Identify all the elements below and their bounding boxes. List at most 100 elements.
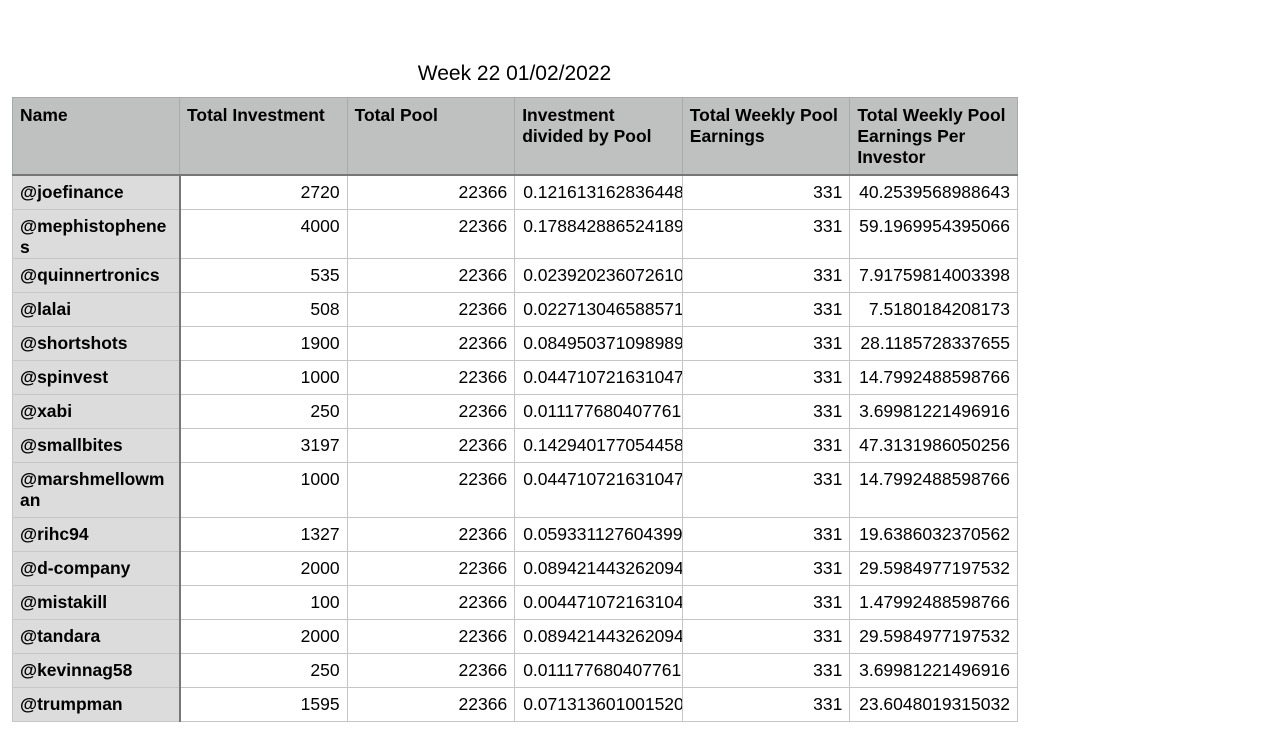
cell-investment-divided-by-pool[interactable]: 0.0111776804077618 — [514, 652, 683, 688]
cell-earnings-per-investor[interactable]: 29.5984977197532 — [849, 550, 1018, 586]
cell-name[interactable]: @shortshots — [12, 325, 181, 361]
column-header-name[interactable]: Name — [12, 97, 180, 176]
cell-earnings-per-investor[interactable]: 7.91759814003398 — [849, 257, 1018, 293]
cell-total-investment[interactable]: 250 — [179, 652, 348, 688]
cell-earnings-per-investor[interactable]: 3.69981221496916 — [849, 652, 1018, 688]
cell-total-pool[interactable]: 22366 — [346, 257, 516, 293]
cell-total-pool[interactable]: 22366 — [346, 618, 516, 654]
cell-total-pool[interactable]: 22366 — [346, 461, 516, 518]
cell-total-investment[interactable]: 2000 — [179, 550, 348, 586]
cell-investment-divided-by-pool[interactable]: 0.0593311276043995 — [514, 516, 683, 552]
cell-total-weekly-pool-earnings[interactable]: 331 — [681, 257, 851, 293]
cell-total-investment[interactable]: 100 — [179, 584, 348, 620]
cell-total-pool[interactable]: 22366 — [346, 208, 516, 259]
cell-total-investment[interactable]: 1000 — [179, 461, 348, 518]
cell-investment-divided-by-pool[interactable]: 0.0239202360726102 — [514, 257, 683, 293]
cell-total-investment[interactable]: 2000 — [179, 618, 348, 654]
cell-investment-divided-by-pool[interactable]: 0.178842886524189 — [514, 208, 683, 259]
cell-investment-divided-by-pool[interactable]: 0.121613162836448 — [514, 174, 683, 210]
cell-total-investment[interactable]: 250 — [179, 393, 348, 429]
cell-total-pool[interactable]: 22366 — [346, 686, 516, 722]
table-row: @quinnertronics 535 22366 0.023920236072610… — [12, 257, 1018, 293]
cell-earnings-per-investor[interactable]: 23.6048019315032 — [849, 686, 1018, 722]
cell-name[interactable]: @marshmellowman — [12, 461, 181, 518]
cell-investment-divided-by-pool[interactable]: 0.0111776804077618 — [514, 393, 683, 429]
cell-total-weekly-pool-earnings[interactable]: 331 — [681, 359, 851, 395]
cell-name[interactable]: @quinnertronics — [12, 257, 181, 293]
cell-name[interactable]: @mistakill — [12, 584, 181, 620]
cell-name[interactable]: @spinvest — [12, 359, 181, 395]
cell-total-investment[interactable]: 535 — [179, 257, 348, 293]
column-header-total-investment[interactable]: Total Investment — [179, 97, 348, 176]
cell-name[interactable]: @mephistophenes — [12, 208, 181, 259]
cell-earnings-per-investor[interactable]: 1.47992488598766 — [849, 584, 1018, 620]
cell-total-investment[interactable]: 1000 — [179, 359, 348, 395]
table-row: @joefinance 2720 22366 0.121613162836448 331… — [12, 174, 1018, 210]
cell-total-pool[interactable]: 22366 — [346, 393, 516, 429]
cell-earnings-per-investor[interactable]: 59.1969954395066 — [849, 208, 1018, 259]
cell-investment-divided-by-pool[interactable]: 0.0894214432620943 — [514, 618, 683, 654]
cell-investment-divided-by-pool[interactable]: 0.0894214432620943 — [514, 550, 683, 586]
cell-name[interactable]: @lalai — [12, 291, 181, 327]
cell-name[interactable]: @xabi — [12, 393, 181, 429]
cell-total-weekly-pool-earnings[interactable]: 331 — [681, 686, 851, 722]
cell-total-pool[interactable]: 22366 — [346, 325, 516, 361]
cell-total-pool[interactable]: 22366 — [346, 550, 516, 586]
table-row: @xabi 250 22366 0.0111776804077618 331 3.6998… — [12, 393, 1018, 429]
cell-total-pool[interactable]: 22366 — [346, 291, 516, 327]
cell-earnings-per-investor[interactable]: 47.3131986050256 — [849, 427, 1018, 463]
cell-investment-divided-by-pool[interactable]: 0.0713136010015202 — [514, 686, 683, 722]
cell-earnings-per-investor[interactable]: 14.7992488598766 — [849, 359, 1018, 395]
cell-investment-divided-by-pool[interactable]: 0.0227130465885719 — [514, 291, 683, 327]
cell-earnings-per-investor[interactable]: 28.1185728337655 — [849, 325, 1018, 361]
column-header-earnings-per-investor[interactable]: Total Weekly Pool Earnings Per Investor — [849, 97, 1018, 176]
cell-total-weekly-pool-earnings[interactable]: 331 — [681, 516, 851, 552]
cell-investment-divided-by-pool[interactable]: 0.00447107216310471 — [514, 584, 683, 620]
cell-total-weekly-pool-earnings[interactable]: 331 — [681, 174, 851, 210]
cell-total-investment[interactable]: 1595 — [179, 686, 348, 722]
cell-investment-divided-by-pool[interactable]: 0.142940177054458 — [514, 427, 683, 463]
cell-total-pool[interactable]: 22366 — [346, 427, 516, 463]
cell-total-weekly-pool-earnings[interactable]: 331 — [681, 584, 851, 620]
cell-total-weekly-pool-earnings[interactable]: 331 — [681, 291, 851, 327]
cell-name[interactable]: @smallbites — [12, 427, 181, 463]
cell-name[interactable]: @d-company — [12, 550, 181, 586]
cell-earnings-per-investor[interactable]: 40.2539568988643 — [849, 174, 1018, 210]
table-row: @kevinnag58 250 22366 0.0111776804077618 331… — [12, 652, 1018, 688]
cell-total-investment[interactable]: 2720 — [179, 174, 348, 210]
cell-earnings-per-investor[interactable]: 3.69981221496916 — [849, 393, 1018, 429]
cell-total-investment[interactable]: 4000 — [179, 208, 348, 259]
cell-total-pool[interactable]: 22366 — [346, 516, 516, 552]
cell-investment-divided-by-pool[interactable]: 0.0849503710989895 — [514, 325, 683, 361]
cell-total-weekly-pool-earnings[interactable]: 331 — [681, 208, 851, 259]
cell-name[interactable]: @rihc94 — [12, 516, 181, 552]
cell-total-weekly-pool-earnings[interactable]: 331 — [681, 618, 851, 654]
cell-total-weekly-pool-earnings[interactable]: 331 — [681, 427, 851, 463]
cell-investment-divided-by-pool[interactable]: 0.0447107216310471 — [514, 461, 683, 518]
cell-total-pool[interactable]: 22366 — [346, 174, 516, 210]
cell-total-pool[interactable]: 22366 — [346, 652, 516, 688]
cell-total-pool[interactable]: 22366 — [346, 584, 516, 620]
cell-earnings-per-investor[interactable]: 7.5180184208173 — [849, 291, 1018, 327]
cell-total-weekly-pool-earnings[interactable]: 331 — [681, 652, 851, 688]
cell-total-weekly-pool-earnings[interactable]: 331 — [681, 461, 851, 518]
cell-total-weekly-pool-earnings[interactable]: 331 — [681, 550, 851, 586]
cell-name[interactable]: @kevinnag58 — [12, 652, 181, 688]
cell-name[interactable]: @tandara — [12, 618, 181, 654]
cell-earnings-per-investor[interactable]: 14.7992488598766 — [849, 461, 1018, 518]
cell-total-weekly-pool-earnings[interactable]: 331 — [681, 393, 851, 429]
cell-name[interactable]: @trumpman — [12, 686, 181, 722]
column-header-investment-divided-by-pool[interactable]: Investment divided by Pool — [514, 97, 683, 176]
cell-total-investment[interactable]: 1900 — [179, 325, 348, 361]
cell-total-investment[interactable]: 508 — [179, 291, 348, 327]
cell-earnings-per-investor[interactable]: 29.5984977197532 — [849, 618, 1018, 654]
cell-total-pool[interactable]: 22366 — [346, 359, 516, 395]
column-header-total-pool[interactable]: Total Pool — [346, 97, 516, 176]
cell-total-weekly-pool-earnings[interactable]: 331 — [681, 325, 851, 361]
cell-name[interactable]: @joefinance — [12, 174, 181, 210]
cell-total-investment[interactable]: 1327 — [179, 516, 348, 552]
column-header-total-weekly-pool-earnings[interactable]: Total Weekly Pool Earnings — [681, 97, 851, 176]
cell-investment-divided-by-pool[interactable]: 0.0447107216310471 — [514, 359, 683, 395]
cell-earnings-per-investor[interactable]: 19.6386032370562 — [849, 516, 1018, 552]
cell-total-investment[interactable]: 3197 — [179, 427, 348, 463]
